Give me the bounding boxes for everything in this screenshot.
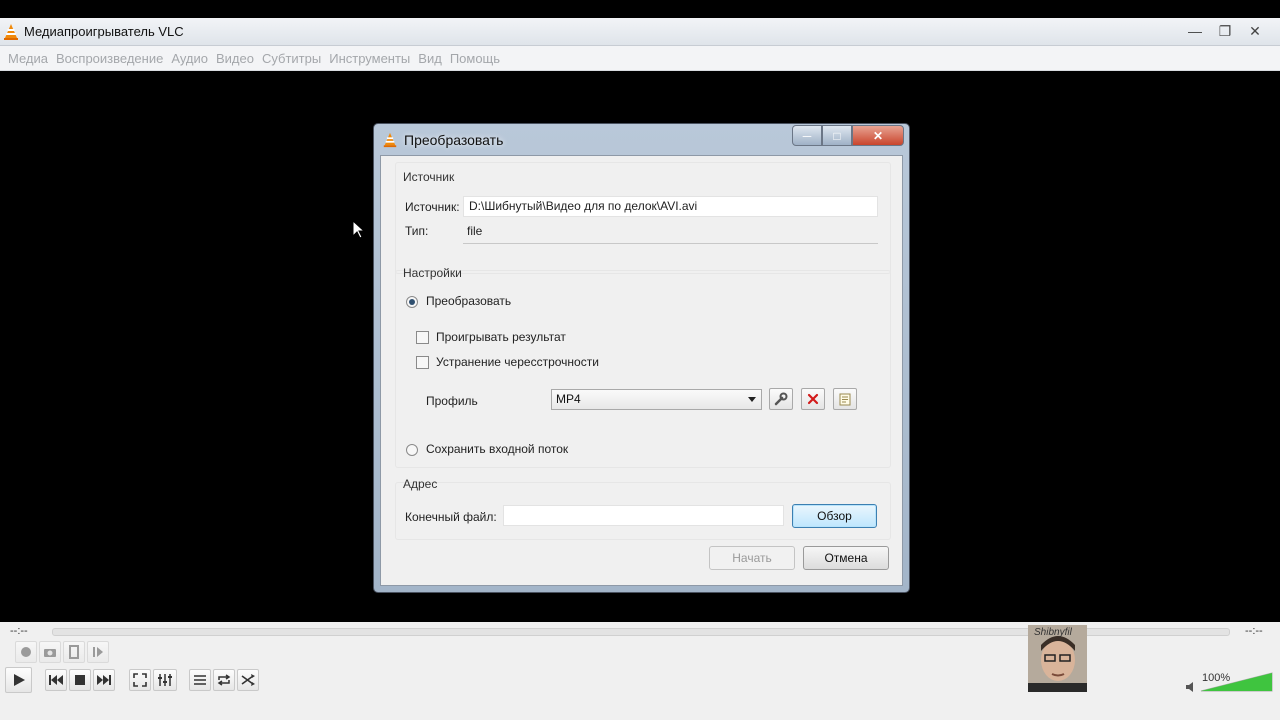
next-button[interactable] bbox=[93, 669, 115, 691]
next-icon bbox=[97, 675, 111, 685]
main-titlebar: Медиапроигрыватель VLC — ❐ ✕ bbox=[0, 18, 1280, 46]
webcam-thumbnail: Shibnyfil bbox=[1028, 625, 1087, 692]
previous-button[interactable] bbox=[45, 669, 67, 691]
destination-group-title: Адрес bbox=[403, 477, 438, 491]
play-result-checkbox[interactable] bbox=[416, 331, 429, 344]
browse-button[interactable]: Обзор bbox=[792, 504, 877, 528]
record-icon bbox=[21, 647, 31, 657]
play-icon bbox=[13, 674, 25, 686]
edit-profile-button[interactable] bbox=[769, 388, 793, 410]
deinterlace-checkbox[interactable] bbox=[416, 356, 429, 369]
prev-icon bbox=[49, 675, 63, 685]
shuffle-button[interactable] bbox=[237, 669, 259, 691]
play-result-label: Проигрывать результат bbox=[436, 330, 566, 344]
deinterlace-label: Устранение чересстрочности bbox=[436, 355, 599, 369]
window-title: Медиапроигрыватель VLC bbox=[24, 24, 184, 39]
loop-button[interactable] bbox=[213, 669, 235, 691]
wrench-icon bbox=[774, 392, 788, 406]
menu-bar: Медиа Воспроизведение Аудио Видео Субтит… bbox=[0, 46, 1280, 71]
volume-slider[interactable] bbox=[1199, 670, 1274, 692]
menu-help[interactable]: Помощь bbox=[450, 51, 500, 66]
start-button[interactable]: Начать bbox=[709, 546, 795, 570]
cancel-button[interactable]: Отмена bbox=[803, 546, 889, 570]
time-elapsed: --:-- bbox=[10, 625, 28, 637]
source-group-title: Источник bbox=[403, 170, 455, 184]
fullscreen-button[interactable] bbox=[129, 669, 151, 691]
settings-group-title: Настройки bbox=[403, 266, 462, 280]
menu-subtitles[interactable]: Субтитры bbox=[262, 51, 321, 66]
shuffle-icon bbox=[241, 674, 255, 686]
convert-radio[interactable] bbox=[406, 296, 418, 308]
convert-dialog: Преобразовать ─ □ ✕ Источник Источник: D… bbox=[373, 123, 910, 593]
menu-audio[interactable]: Аудио bbox=[171, 51, 208, 66]
destination-input[interactable] bbox=[503, 505, 784, 526]
frame-step-icon bbox=[93, 647, 103, 657]
dump-stream-label: Сохранить входной поток bbox=[426, 442, 569, 456]
menu-video[interactable]: Видео bbox=[216, 51, 254, 66]
loop-ab-button[interactable] bbox=[63, 641, 85, 663]
stop-button[interactable] bbox=[69, 669, 91, 691]
loop-ab-icon bbox=[69, 645, 79, 659]
vlc-cone-icon bbox=[383, 132, 397, 148]
convert-radio-label: Преобразовать bbox=[426, 294, 512, 308]
type-value: file bbox=[467, 224, 483, 238]
speaker-icon[interactable] bbox=[1185, 681, 1197, 693]
chevron-down-icon bbox=[748, 397, 756, 402]
fullscreen-icon bbox=[133, 673, 147, 687]
source-field[interactable]: D:\Шибнутый\Видео для по делок\AVI.avi bbox=[463, 196, 878, 217]
frame-step-button[interactable] bbox=[87, 641, 109, 663]
record-button[interactable] bbox=[15, 641, 37, 663]
extended-settings-button[interactable] bbox=[153, 669, 177, 691]
profile-select[interactable]: MP4 bbox=[551, 389, 762, 410]
close-icon[interactable]: ✕ bbox=[1240, 21, 1270, 41]
source-group bbox=[395, 162, 891, 274]
dialog-client: Источник Источник: D:\Шибнутый\Видео для… bbox=[380, 155, 903, 586]
avatar-label: Shibnyfil bbox=[1034, 627, 1072, 638]
menu-playback[interactable]: Воспроизведение bbox=[56, 51, 163, 66]
minimize-icon[interactable]: ─ bbox=[792, 125, 822, 146]
source-label: Источник: bbox=[405, 200, 460, 214]
source-separator bbox=[463, 243, 878, 244]
playlist-icon bbox=[194, 675, 206, 685]
extended-settings-icon bbox=[158, 674, 172, 686]
menu-tools[interactable]: Инструменты bbox=[329, 51, 410, 66]
maximize-icon[interactable]: □ bbox=[822, 125, 852, 146]
time-remaining: --:-- bbox=[1245, 625, 1263, 637]
playlist-button[interactable] bbox=[189, 669, 211, 691]
profile-label: Профиль bbox=[426, 394, 478, 408]
destination-label: Конечный файл: bbox=[405, 510, 497, 524]
type-label: Тип: bbox=[405, 224, 429, 238]
loop-icon bbox=[217, 674, 231, 686]
dump-stream-radio[interactable] bbox=[406, 444, 418, 456]
maximize-icon[interactable]: ❐ bbox=[1210, 21, 1240, 41]
stop-icon bbox=[75, 675, 85, 685]
vlc-cone-icon bbox=[4, 24, 18, 40]
delete-profile-button[interactable] bbox=[801, 388, 825, 410]
menu-media[interactable]: Медиа bbox=[8, 51, 48, 66]
minimize-icon[interactable]: — bbox=[1180, 21, 1210, 41]
profile-value: MP4 bbox=[556, 392, 581, 406]
mouse-cursor-icon bbox=[352, 220, 366, 239]
snapshot-icon bbox=[44, 649, 56, 657]
dialog-title: Преобразовать bbox=[404, 132, 504, 148]
delete-x-icon bbox=[807, 393, 819, 405]
play-button[interactable] bbox=[5, 667, 32, 693]
new-profile-button[interactable] bbox=[833, 388, 857, 410]
snapshot-button[interactable] bbox=[39, 641, 61, 663]
dialog-caption: Преобразовать bbox=[382, 129, 503, 151]
close-icon[interactable]: ✕ bbox=[852, 125, 904, 146]
new-profile-icon bbox=[839, 393, 851, 406]
menu-view[interactable]: Вид bbox=[418, 51, 442, 66]
